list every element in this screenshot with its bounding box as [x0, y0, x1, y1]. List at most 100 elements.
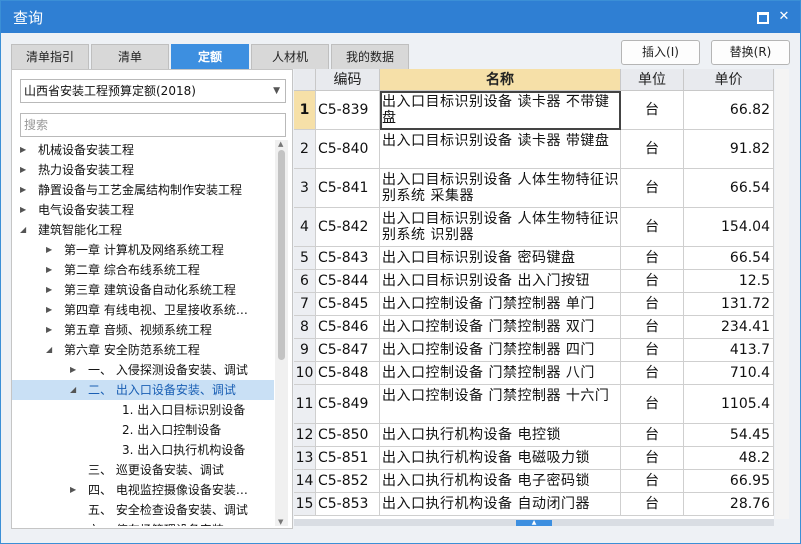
tree-scrollbar[interactable]: ▲ ▼ — [275, 140, 288, 526]
table-cell-name[interactable]: 出入口目标识别设备 人体生物特征识别系统 采集器 — [380, 169, 621, 208]
table-cell-no[interactable]: 11 — [294, 385, 316, 424]
tree-scroll-thumb[interactable] — [278, 150, 285, 360]
table-cell-code[interactable]: C5-845 — [316, 293, 380, 316]
collapsed-arrow-icon[interactable]: ▶ — [20, 160, 26, 180]
tab-0[interactable]: 清单指引 — [11, 44, 89, 69]
table-cell-name[interactable]: 出入口控制设备 门禁控制器 单门 — [380, 293, 621, 316]
table-cell-price[interactable]: 66.54 — [684, 169, 774, 208]
expanded-arrow-icon[interactable]: ◢ — [46, 340, 52, 360]
collapsed-arrow-icon[interactable]: ▶ — [70, 480, 76, 500]
collapsed-arrow-icon[interactable]: ▶ — [46, 300, 52, 320]
tree-node[interactable]: 五、 安全检查设备安装、调试 — [12, 500, 274, 520]
scroll-down-icon[interactable]: ▼ — [278, 518, 283, 526]
table-cell-name[interactable]: 出入口控制设备 门禁控制器 双门 — [380, 316, 621, 339]
collapsed-arrow-icon[interactable]: ▶ — [70, 360, 76, 380]
name-header[interactable]: 名称 — [380, 69, 621, 91]
table-cell-name[interactable]: 出入口执行机构设备 电控锁 — [380, 424, 621, 447]
table-cell-no[interactable]: 6 — [294, 270, 316, 293]
tree-node[interactable]: ◢ 第六章 安全防范系统工程 — [12, 340, 274, 360]
collapsed-arrow-icon[interactable]: ▶ — [20, 140, 26, 160]
tab-1[interactable]: 清单 — [91, 44, 169, 69]
price-header[interactable]: 单价 — [684, 69, 774, 91]
table-cell-no[interactable]: 8 — [294, 316, 316, 339]
table-cell-no[interactable]: 9 — [294, 339, 316, 362]
table-cell-price[interactable]: 12.5 — [684, 270, 774, 293]
table-cell-code[interactable]: C5-842 — [316, 208, 380, 247]
table-cell-code[interactable]: C5-840 — [316, 130, 380, 169]
table-cell-name[interactable]: 出入口执行机构设备 自动闭门器 — [380, 493, 621, 516]
tree-node[interactable]: ▶ 一、 入侵探测设备安装、调试 — [12, 360, 274, 380]
insert-button[interactable]: 插入(I) — [621, 40, 700, 65]
tree-node[interactable]: 2. 出入口控制设备 — [12, 420, 274, 440]
table-cell-unit[interactable]: 台 — [621, 470, 684, 493]
library-select[interactable]: 山西省安装工程预算定额(2018) ▼ — [20, 79, 286, 103]
table-cell-unit[interactable]: 台 — [621, 362, 684, 385]
collapsed-arrow-icon[interactable]: ▶ — [46, 280, 52, 300]
table-cell-name[interactable]: 出入口目标识别设备 密码键盘 — [380, 247, 621, 270]
table-cell-code[interactable]: C5-846 — [316, 316, 380, 339]
table-cell-no[interactable]: 7 — [294, 293, 316, 316]
chevron-up-icon[interactable]: ▲ — [516, 520, 552, 526]
table-cell-code[interactable]: C5-852 — [316, 470, 380, 493]
table-cell-name[interactable]: 出入口目标识别设备 人体生物特征识别系统 识别器 — [380, 208, 621, 247]
maximize-icon[interactable] — [753, 8, 771, 26]
table-cell-name[interactable]: 出入口目标识别设备 出入门按钮 — [380, 270, 621, 293]
table-cell-unit[interactable]: 台 — [621, 447, 684, 470]
tree-node[interactable]: 3. 出入口执行机构设备 — [12, 440, 274, 460]
scroll-up-icon[interactable]: ▲ — [278, 140, 283, 148]
tree-node[interactable]: ▶ 第三章 建筑设备自动化系统工程 — [12, 280, 274, 300]
tree-node[interactable]: ▶ 机械设备安装工程 — [12, 140, 274, 160]
table-cell-unit[interactable]: 台 — [621, 424, 684, 447]
table-cell-no[interactable]: 15 — [294, 493, 316, 516]
tree-node[interactable]: ▶ 热力设备安装工程 — [12, 160, 274, 180]
table-cell-unit[interactable]: 台 — [621, 169, 684, 208]
tree-node[interactable]: 1. 出入口目标识别设备 — [12, 400, 274, 420]
table-cell-unit[interactable]: 台 — [621, 91, 684, 130]
table-cell-unit[interactable]: 台 — [621, 385, 684, 424]
table-cell-name[interactable]: 出入口控制设备 门禁控制器 八门 — [380, 362, 621, 385]
collapsed-arrow-icon[interactable]: ▶ — [46, 240, 52, 260]
collapsed-arrow-icon[interactable]: ▶ — [20, 180, 26, 200]
table-cell-code[interactable]: C5-847 — [316, 339, 380, 362]
table-cell-no[interactable]: 1 — [294, 91, 316, 130]
table-cell-no[interactable]: 10 — [294, 362, 316, 385]
table-cell-price[interactable]: 48.2 — [684, 447, 774, 470]
table-cell-code[interactable]: C5-839 — [316, 91, 380, 130]
tree-node[interactable]: 六、 停车场管理设备安装… — [12, 520, 274, 526]
row-number-header[interactable] — [294, 69, 316, 91]
tab-3[interactable]: 人材机 — [251, 44, 329, 69]
table-cell-code[interactable]: C5-844 — [316, 270, 380, 293]
code-header[interactable]: 编码 — [316, 69, 380, 91]
tree-node[interactable]: ▶ 第一章 计算机及网络系统工程 — [12, 240, 274, 260]
table-cell-price[interactable]: 28.76 — [684, 493, 774, 516]
table-cell-no[interactable]: 4 — [294, 208, 316, 247]
collapsed-arrow-icon[interactable]: ▶ — [46, 320, 52, 340]
table-cell-unit[interactable]: 台 — [621, 270, 684, 293]
table-cell-no[interactable]: 2 — [294, 130, 316, 169]
table-cell-price[interactable]: 710.4 — [684, 362, 774, 385]
table-cell-name[interactable]: 出入口执行机构设备 电子密码锁 — [380, 470, 621, 493]
table-cell-unit[interactable]: 台 — [621, 293, 684, 316]
replace-button[interactable]: 替换(R) — [711, 40, 790, 65]
table-cell-unit[interactable]: 台 — [621, 247, 684, 270]
table-cell-price[interactable]: 54.45 — [684, 424, 774, 447]
tree-node[interactable]: ◢ 建筑智能化工程 — [12, 220, 274, 240]
table-cell-unit[interactable]: 台 — [621, 493, 684, 516]
table-cell-code[interactable]: C5-850 — [316, 424, 380, 447]
table-cell-price[interactable]: 91.82 — [684, 130, 774, 169]
table-cell-unit[interactable]: 台 — [621, 130, 684, 169]
expanded-arrow-icon[interactable]: ◢ — [20, 220, 26, 240]
tree-node[interactable]: ◢ 二、 出入口设备安装、调试 — [12, 380, 274, 400]
collapsed-arrow-icon[interactable]: ▶ — [20, 200, 26, 220]
tab-4[interactable]: 我的数据 — [331, 44, 409, 69]
table-cell-no[interactable]: 3 — [294, 169, 316, 208]
splitter-bar[interactable]: ▲ — [294, 519, 774, 526]
table-cell-code[interactable]: C5-841 — [316, 169, 380, 208]
table-cell-price[interactable]: 131.72 — [684, 293, 774, 316]
table-cell-unit[interactable]: 台 — [621, 316, 684, 339]
table-cell-price[interactable]: 154.04 — [684, 208, 774, 247]
tree-node[interactable]: ▶ 电气设备安装工程 — [12, 200, 274, 220]
table-cell-code[interactable]: C5-851 — [316, 447, 380, 470]
table-cell-name[interactable]: 出入口控制设备 门禁控制器 四门 — [380, 339, 621, 362]
table-cell-price[interactable]: 66.95 — [684, 470, 774, 493]
